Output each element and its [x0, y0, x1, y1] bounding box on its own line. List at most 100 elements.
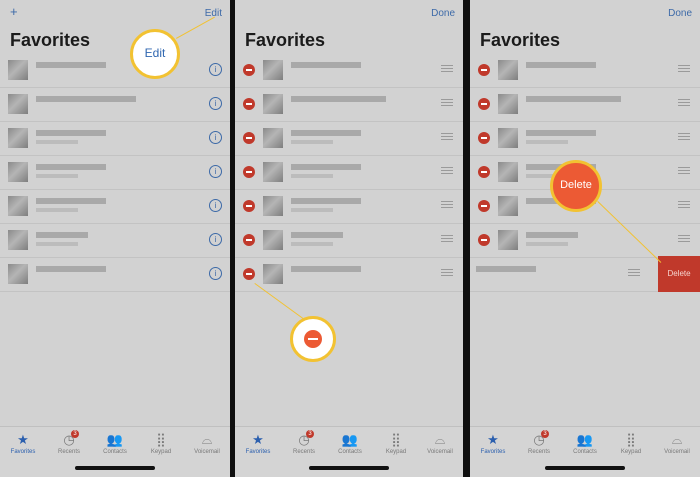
contact-name — [36, 232, 88, 238]
remove-icon[interactable] — [478, 166, 490, 178]
remove-icon[interactable] — [478, 98, 490, 110]
info-icon[interactable]: i — [209, 165, 222, 178]
avatar — [498, 196, 518, 216]
minus-callout — [290, 316, 336, 362]
favorites-screen-delete: Done Favorites Delete Delete ★ Favorites… — [470, 0, 700, 477]
contact-name — [291, 96, 386, 102]
reorder-handle-icon[interactable] — [441, 136, 453, 137]
star-icon: ★ — [17, 432, 29, 447]
contacts-icon: 👥 — [106, 432, 124, 447]
delete-callout: Delete — [550, 160, 602, 212]
remove-icon[interactable] — [478, 132, 490, 144]
clock-icon: ◷ — [298, 432, 310, 447]
list-item[interactable]: i — [0, 189, 230, 224]
tab-recents[interactable]: ◷ 3 Recents — [281, 430, 327, 455]
remove-icon[interactable] — [478, 200, 490, 212]
reorder-handle-icon[interactable] — [678, 204, 690, 205]
tab-bar: ★ Favorites ◷ 3 Recents 👥 Contacts ⣿ Key… — [235, 426, 463, 477]
tab-contacts[interactable]: 👥 Contacts — [92, 432, 138, 456]
avatar — [498, 94, 518, 114]
reorder-handle-icon[interactable] — [678, 136, 690, 137]
tab-voicemail[interactable]: ⌓ Voicemail — [184, 433, 230, 456]
reorder-handle-icon[interactable] — [441, 238, 453, 239]
tab-favorites[interactable]: ★ Favorites — [470, 433, 516, 456]
list-item — [235, 257, 463, 292]
remove-icon[interactable] — [243, 132, 255, 144]
reorder-handle-icon[interactable] — [441, 102, 453, 103]
minus-circle-icon — [304, 330, 322, 348]
page-title: Favorites — [245, 30, 326, 50]
avatar — [8, 230, 28, 250]
delete-button[interactable]: Delete — [658, 256, 700, 292]
info-icon[interactable]: i — [209, 267, 222, 280]
tab-voicemail[interactable]: ⌓ Voicemail — [654, 432, 700, 456]
avatar — [263, 60, 283, 80]
avatar — [498, 128, 518, 148]
keypad-icon: ⣿ — [626, 432, 636, 447]
tab-contacts[interactable]: 👥 Contacts — [327, 433, 373, 456]
tab-favorites[interactable]: ★ Favorites — [0, 432, 46, 456]
list-item[interactable]: i — [0, 53, 230, 88]
remove-icon[interactable] — [243, 98, 255, 110]
list-item[interactable]: i — [0, 121, 230, 156]
list-item[interactable]: i — [0, 223, 230, 258]
reorder-handle-icon[interactable] — [678, 170, 690, 171]
avatar — [263, 196, 283, 216]
voicemail-icon: ⌓ — [671, 432, 683, 447]
home-indicator — [75, 466, 155, 470]
home-indicator — [545, 466, 625, 470]
info-icon[interactable]: i — [209, 131, 222, 144]
remove-icon[interactable] — [243, 64, 255, 76]
remove-icon[interactable] — [478, 234, 490, 246]
remove-icon[interactable] — [243, 200, 255, 212]
tab-keypad[interactable]: ⣿ Keypad — [608, 432, 654, 456]
add-favorite-button[interactable]: + — [10, 4, 18, 19]
remove-icon[interactable] — [243, 268, 255, 280]
tab-keypad[interactable]: ⣿ Keypad — [373, 433, 419, 456]
avatar — [498, 60, 518, 80]
info-icon[interactable]: i — [209, 63, 222, 76]
reorder-handle-icon[interactable] — [678, 238, 690, 239]
tab-recents[interactable]: ◷ 3 Recents — [516, 430, 562, 455]
list-item[interactable]: i — [0, 87, 230, 122]
tab-voicemail[interactable]: ⌓ Voicemail — [417, 432, 463, 456]
reorder-handle-icon[interactable] — [441, 170, 453, 171]
contact-name — [526, 232, 578, 238]
done-button[interactable]: Done — [431, 8, 455, 19]
reorder-handle-icon[interactable] — [678, 102, 690, 103]
list-item — [470, 223, 700, 258]
clock-icon: ◷ — [533, 432, 545, 447]
reorder-handle-icon[interactable] — [678, 68, 690, 69]
contact-name — [36, 164, 106, 170]
list-item — [235, 223, 463, 258]
tab-recents[interactable]: ◷ 3 Recents — [46, 430, 92, 455]
list-item[interactable]: i — [0, 155, 230, 190]
info-icon[interactable]: i — [209, 97, 222, 110]
avatar — [8, 60, 28, 80]
favorites-screen-normal: + Edit Favorites i i i i i i i Edit ★ Fa… — [0, 0, 230, 477]
voicemail-icon: ⌓ — [434, 432, 446, 447]
done-button[interactable]: Done — [668, 8, 692, 19]
info-icon[interactable]: i — [209, 199, 222, 212]
remove-icon[interactable] — [243, 166, 255, 178]
contact-name — [526, 130, 596, 136]
star-icon: ★ — [252, 432, 264, 447]
list-item — [235, 53, 463, 88]
remove-icon[interactable] — [243, 234, 255, 246]
avatar — [263, 94, 283, 114]
list-item — [470, 121, 700, 156]
tab-favorites[interactable]: ★ Favorites — [235, 432, 281, 456]
remove-icon[interactable] — [478, 64, 490, 76]
tab-keypad[interactable]: ⣿ Keypad — [138, 433, 184, 456]
reorder-handle-icon[interactable] — [441, 68, 453, 69]
reorder-handle-icon[interactable] — [441, 272, 453, 273]
reorder-handle-icon[interactable] — [628, 272, 640, 273]
contact-label — [526, 242, 568, 246]
contacts-icon: 👥 — [576, 432, 594, 447]
contact-name — [291, 198, 361, 204]
reorder-handle-icon[interactable] — [441, 204, 453, 205]
contact-name — [291, 130, 361, 136]
tab-contacts[interactable]: 👥 Contacts — [562, 432, 608, 456]
list-item[interactable]: i — [0, 257, 230, 292]
info-icon[interactable]: i — [209, 233, 222, 246]
